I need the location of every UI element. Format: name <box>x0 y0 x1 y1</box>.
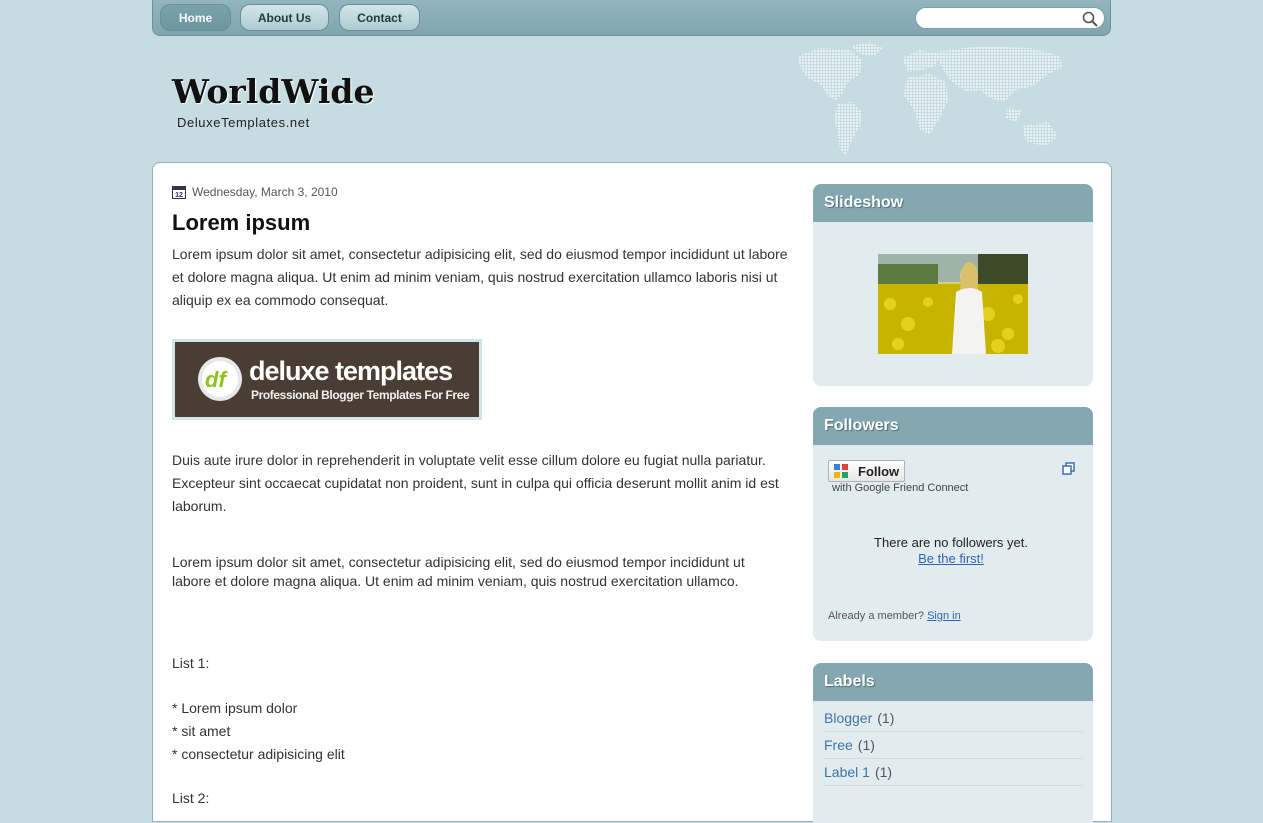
main-content-panel: 12 Wednesday, March 3, 2010 Lorem ipsum … <box>152 162 1112 823</box>
follow-button-label: Follow <box>858 463 900 479</box>
followers-widget-title: Followers <box>813 407 1093 445</box>
banner-title: deluxe templates <box>249 356 453 386</box>
post-date: 12 Wednesday, March 3, 2010 <box>172 185 338 199</box>
label-item: Blogger (1) <box>824 705 1083 732</box>
be-the-first-link[interactable]: Be the first! <box>813 551 1089 566</box>
post-paragraph-1: Lorem ipsum dolor sit amet, consectetur … <box>172 246 788 308</box>
post-paragraph-2: Duis aute irure dolor in reprehenderit i… <box>172 452 779 514</box>
site-description: DeluxeTemplates.net <box>177 115 310 130</box>
nav-contact-button[interactable]: Contact <box>339 4 420 31</box>
list-item: * Lorem ipsum dolor <box>172 700 298 716</box>
label-count: (1) <box>874 764 893 780</box>
svg-text:12: 12 <box>175 192 183 199</box>
no-followers-text: There are no followers yet. <box>874 535 1028 550</box>
nav-home-button[interactable]: Home <box>160 4 231 31</box>
labels-widget-title: Labels <box>813 663 1093 701</box>
label-item: Free (1) <box>824 732 1083 759</box>
labels-widget: Labels Blogger (1) Free (1) Label 1 (1) <box>813 663 1093 823</box>
follow-button[interactable]: Follow <box>828 460 905 482</box>
search-icon[interactable] <box>1081 10 1099 28</box>
slideshow-image[interactable] <box>878 254 1028 354</box>
label-link-blogger[interactable]: Blogger <box>824 710 872 726</box>
nav-about-us-button[interactable]: About Us <box>240 4 329 31</box>
popout-icon[interactable] <box>1062 462 1075 475</box>
banner-subtitle: Professional Blogger Templates For Free <box>251 388 470 402</box>
already-member-text: Already a member? <box>828 610 924 622</box>
label-count: (1) <box>877 710 895 726</box>
post-body: Lorem ipsum dolor sit amet, consectetur … <box>172 243 797 810</box>
df-logo-icon: df <box>198 357 242 401</box>
deluxe-templates-banner[interactable]: df deluxe templates Professional Blogger… <box>172 339 482 420</box>
top-nav-bar: Home About Us Contact <box>152 0 1111 36</box>
svg-text:df: df <box>205 367 228 392</box>
already-member-row: Already a member? Sign in <box>828 610 961 622</box>
list-item: * consectetur adipisicing elit <box>172 746 345 762</box>
post-title[interactable]: Lorem ipsum <box>172 210 310 236</box>
list-item: * sit amet <box>172 723 231 739</box>
sign-in-link[interactable]: Sign in <box>927 610 961 622</box>
google-friend-connect-icon <box>834 464 848 478</box>
calendar-icon: 12 <box>172 186 186 199</box>
label-count: (1) <box>857 737 875 753</box>
gfc-caption: with Google Friend Connect <box>832 482 969 494</box>
list-1-title: List 1: <box>172 655 210 671</box>
post-blockquote: Lorem ipsum dolor sit amet, consectetur … <box>172 554 745 589</box>
label-link-free[interactable]: Free <box>824 737 853 753</box>
followers-widget: Followers Follow with Google Friend Conn… <box>813 407 1093 641</box>
label-item: Label 1 (1) <box>824 759 1083 786</box>
slideshow-widget-title: Slideshow <box>813 184 1093 222</box>
search-input[interactable] <box>926 10 1076 26</box>
label-link-label-1[interactable]: Label 1 <box>824 764 870 780</box>
world-map-graphic <box>798 42 1062 156</box>
search-box <box>915 7 1105 29</box>
post-date-text: Wednesday, March 3, 2010 <box>192 185 338 199</box>
site-title[interactable]: WorldWide <box>172 72 374 111</box>
slideshow-widget: Slideshow <box>813 184 1093 386</box>
list-2-title: List 2: <box>172 790 210 806</box>
